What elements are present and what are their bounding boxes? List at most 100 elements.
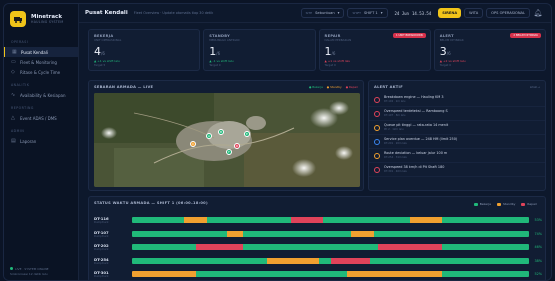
status-row[interactable]: DT-107 Dumptruck 74% xyxy=(94,228,542,240)
alert-item[interactable]: Breakdown engine — Hauling KM 3 DT-102 · … xyxy=(369,93,545,107)
alert-time: DT-301 · 40m lalu xyxy=(384,170,408,173)
status-segment xyxy=(131,271,196,277)
sidebar-item-pusat-kendali[interactable]: ▦ Pusat Kendali xyxy=(4,47,78,57)
bell-icon[interactable]: 🔔︎ xyxy=(533,8,543,18)
nav-section-analytics: ANALITIK xyxy=(11,83,30,87)
alerts-link[interactable]: Lihat → xyxy=(530,85,540,89)
alert-item[interactable]: Overspeed 38 km/h di Pit Shaft 180 DT-301… xyxy=(369,163,545,177)
status-segment xyxy=(243,244,379,250)
nav-section-reports: REPORTING xyxy=(11,106,34,110)
alert-icon xyxy=(374,110,380,117)
status-segment xyxy=(374,230,530,237)
truck-marker[interactable]: B xyxy=(218,129,224,135)
clock: 24 Jun 14.53.54 xyxy=(391,8,436,18)
doc-icon: ▤ xyxy=(11,137,16,144)
alert-text: Route deviation — keluar jalur 100 m xyxy=(384,151,448,155)
unit-type: Dumptruck xyxy=(94,221,109,224)
status-legend: Bekerja Standby Repair xyxy=(473,202,537,206)
sidebar-item-laporan[interactable]: ▤ Laporan xyxy=(4,136,78,146)
truck-marker[interactable]: F xyxy=(226,149,232,155)
site-selector[interactable]: SITE Sebuntuan ▾ xyxy=(300,8,345,18)
alert-time: DT-254 · 31m lalu xyxy=(384,156,408,159)
kpi-alert-badge: 2 BELUM DITINDAK xyxy=(510,33,541,38)
status-segment xyxy=(267,257,319,264)
alert-item[interactable]: Service plan overdue — 248 HM (limit 250… xyxy=(369,135,545,149)
alerts-title: ALERT AKTIF xyxy=(374,85,403,89)
time-text: 14.53.54 xyxy=(411,10,432,16)
legend-item: Repair xyxy=(521,202,537,206)
status-title: STATUS WAKTU ARMADA — SHIFT 1 (06:00–18:… xyxy=(94,201,208,205)
kpi-target: Target 0 xyxy=(439,63,452,67)
satellite-map[interactable]: AB C DE F xyxy=(94,93,360,187)
nav-section-admin: ADMIN xyxy=(11,129,25,133)
kpi-target: Target 0 xyxy=(324,63,336,67)
status-segment xyxy=(227,230,244,237)
site-value: Sebuntuan xyxy=(315,11,335,15)
truck-marker[interactable]: A xyxy=(206,133,212,139)
alert-text: Breakdown engine — Hauling KM 3 xyxy=(384,95,444,99)
brand[interactable]: Minetrack HAULING SYSTEM xyxy=(4,4,78,34)
sidebar-item-label: Availability & Kesiapan xyxy=(20,92,66,98)
brand-subtitle: HAULING SYSTEM xyxy=(31,20,64,24)
alert-text: Overspeed terdeteksi — Ramboong S xyxy=(384,109,448,113)
legend-repair: ● Repair xyxy=(345,85,358,89)
sidebar-item-label: Event ADAS / DMS xyxy=(20,115,57,121)
legend-bekerja: ● Bekerja xyxy=(308,85,323,89)
kpi-card[interactable]: STANDBY MENUNGGU ANTRIAN 1/6 ▲ -1 vs shift … xyxy=(203,29,316,71)
unit-type: Dumptruck xyxy=(94,248,109,251)
system-status: LIVE · SYSTEM ONLINE xyxy=(15,267,49,271)
chevron-down-icon: ▾ xyxy=(380,11,383,15)
sidebar-item-event-adas[interactable]: △ Event ADAS / DMS xyxy=(4,113,78,123)
shift-selector[interactable]: SHIFT SHIFT 1 ▾ xyxy=(347,8,388,18)
sidebar-item-availability[interactable]: ∿ Availability & Kesiapan xyxy=(4,90,78,100)
sync-status: Sinkronisasi 12 detik lalu xyxy=(10,271,48,276)
status-segment xyxy=(442,217,530,223)
alert-text: Service plan overdue — 248 HM (limit 250… xyxy=(384,137,458,141)
status-segment xyxy=(346,271,442,277)
status-segment xyxy=(442,244,530,250)
ops-badge[interactable]: OPS OPERASIONAL xyxy=(486,8,530,18)
shift-value: SHIFT 1 xyxy=(364,11,378,15)
status-segment xyxy=(131,244,196,250)
status-timeline xyxy=(131,217,530,223)
status-row[interactable]: DT-254 Dumptruck 38% xyxy=(94,255,542,267)
truck-marker[interactable]: C xyxy=(190,141,196,147)
alert-item[interactable]: Overspeed terdeteksi — Ramboong S DT-107 … xyxy=(369,107,545,121)
status-segment xyxy=(330,257,371,264)
truck-marker[interactable]: E xyxy=(244,131,250,137)
status-segment xyxy=(195,244,244,250)
alert-icon xyxy=(374,124,380,131)
sidebar-item-ritase[interactable]: ◇ Ritase & Cycle Time xyxy=(4,67,78,77)
kpi-card[interactable]: REPAIR DALAM PERBAIKAN 1/6 ▲ +1 vs shift la… xyxy=(318,29,431,71)
nav-section-main: OPERASI xyxy=(11,40,29,44)
alert-item[interactable]: Queue pit tinggi — rata-rata 14 menit Pit… xyxy=(369,121,545,135)
unit-type: Dumptruck xyxy=(94,234,109,238)
page-subtitle: Fleet Overview · Update otomatis tiap 30… xyxy=(133,11,214,15)
kpi-card[interactable]: BEKERJA UNIT OPERASIONAL 4/6 ▲ +1 vs shift … xyxy=(88,29,201,71)
status-row[interactable]: DT-202 Dumptruck 46% xyxy=(94,241,542,253)
status-row[interactable]: DT-116 Dumptruck 53% xyxy=(94,214,542,226)
map-imagery xyxy=(94,93,360,187)
sidebar-item-fleet[interactable]: ▭ Fleet & Monitoring xyxy=(4,57,78,67)
status-segment xyxy=(290,217,323,223)
kpi-card[interactable]: ALERT BELUM DITINDAK 3/6 ▲ +2 vs shift lalu… xyxy=(433,29,546,71)
live-badge[interactable]: SIRENA xyxy=(438,8,462,18)
status-segment xyxy=(370,257,530,264)
shift-label: SHIFT xyxy=(352,11,362,15)
kpi-row: BEKERJA UNIT OPERASIONAL 4/6 ▲ +1 vs shift … xyxy=(88,29,546,71)
utilization-pct: 38% xyxy=(534,258,542,263)
site-label: SITE xyxy=(305,11,313,15)
alert-item[interactable]: Route deviation — keluar jalur 100 m DT-2… xyxy=(369,149,545,163)
truck-marker[interactable]: D xyxy=(234,143,240,149)
status-timeline xyxy=(131,257,530,264)
status-row[interactable]: DT-301 Dumptruck 52% xyxy=(94,268,542,280)
legend-item: Bekerja xyxy=(473,202,491,206)
kpi-target: Target 5 xyxy=(94,63,106,67)
truck-icon: ▭ xyxy=(11,58,16,65)
kpi-target: Target 0 xyxy=(209,63,221,67)
alert-icon xyxy=(374,96,380,103)
kpi-value: 1/6 xyxy=(209,45,221,58)
sidebar-item-label: Fleet & Monitoring xyxy=(20,59,57,65)
chevron-down-icon: ▾ xyxy=(337,11,340,15)
alert-time: DT-201 · 20m lalu xyxy=(384,142,408,145)
